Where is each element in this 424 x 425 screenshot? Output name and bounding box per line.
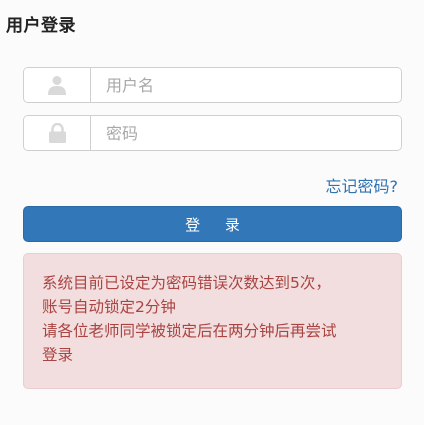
forgot-password-link[interactable]: 忘记密码? <box>326 173 399 197</box>
password-input[interactable] <box>91 116 401 150</box>
username-input-group <box>23 67 402 103</box>
alert-line: 账号自动锁定2分钟 <box>42 298 176 316</box>
lockout-alert: 系统目前已设定为密码错误次数达到5次， 账号自动锁定2分钟 请各位老师同学被锁定… <box>23 253 402 389</box>
alert-line: 系统目前已设定为密码错误次数达到5次， <box>42 274 331 292</box>
page-title: 用户登录 <box>6 16 76 36</box>
lock-icon <box>24 116 91 150</box>
username-input[interactable] <box>91 68 401 102</box>
alert-line: 登录 <box>42 346 74 364</box>
password-input-group <box>23 115 402 151</box>
alert-line: 请各位老师同学被锁定后在两分钟后再尝试 <box>42 322 337 340</box>
user-icon <box>24 68 91 102</box>
login-button[interactable]: 登 录 <box>23 206 402 242</box>
